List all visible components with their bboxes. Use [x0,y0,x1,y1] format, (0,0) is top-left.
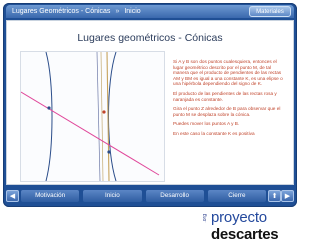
explanation-paragraph: En este caso la constante K es positiva [173,130,255,136]
explanation-panel: Si A y B son dos puntos cualesquiera, en… [173,59,287,141]
point-b[interactable] [107,150,111,154]
proyecto-descartes-logo: .org proyecto descartes [202,209,297,248]
breadcrumb-separator: » [115,8,120,15]
left-arrow-icon[interactable]: ◀ [6,190,19,202]
helper-line [100,51,104,182]
scene-title: Lugares geométricos - Cónicas [77,32,223,44]
tab-motivacion[interactable]: Motivación [21,190,80,202]
explanation-paragraph: Gira el punto Z alrededor de B para obse… [173,106,281,117]
tab-inicio[interactable]: Inicio [83,190,142,202]
content-stage: Lugares geométricos - Cónicas Si A y B s… [6,20,294,185]
logo-word-descartes: descartes [211,226,279,243]
point-a[interactable] [47,106,51,110]
tab-desarrollo[interactable]: Desarrollo [145,190,204,202]
right-arrow-icon[interactable]: ▶ [281,190,294,202]
explanation-paragraph: Si A y B son dos puntos cualesquiera, en… [173,59,283,87]
point-m[interactable] [102,110,106,114]
materials-button[interactable]: Materiales [249,6,291,17]
up-arrow-icon[interactable]: ⬆ [268,190,281,202]
tab-cierre[interactable]: Cierre [207,190,266,202]
navigation-bar: ◀ Motivación Inicio Desarrollo Cierre ⬆ … [6,188,294,204]
logo-word-proyecto: proyecto [211,209,267,226]
conic-left-branch [45,51,53,182]
helper-line [96,51,101,182]
pink-line [20,91,160,176]
conic-graph[interactable] [20,51,165,182]
explanation-paragraph: Puedes mover los puntos A y B. [173,121,240,127]
explanation-paragraph: El producto de las pendientes de las rec… [173,90,277,102]
page-title: Lugares Geométricos - Cónicas [12,8,111,15]
logo-org-text: .org [202,214,208,223]
breadcrumb-inicio[interactable]: Inicio [124,5,140,18]
title-bar: Lugares Geométricos - Cónicas » Inicio M… [6,5,294,18]
conic-right-branch [108,51,117,182]
graph-svg[interactable] [20,51,164,182]
app-window: Lugares Geométricos - Cónicas » Inicio M… [3,3,297,207]
